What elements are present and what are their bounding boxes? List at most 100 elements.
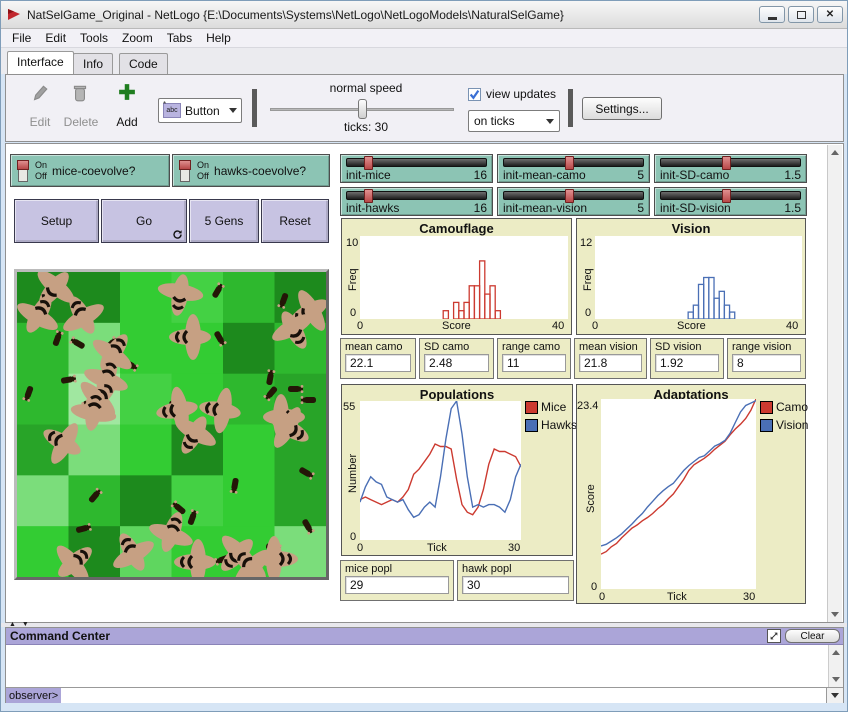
switch-on-off-labels: OnOff (35, 160, 47, 181)
scroll-down-icon[interactable] (829, 672, 843, 687)
y-tick-max: 10 (346, 237, 358, 249)
vision-legend-swatch (760, 419, 773, 432)
monitor-mean-vision: mean vision21.8 (574, 338, 647, 379)
slider-init-mean-vision[interactable]: init-mean-vision5 (497, 187, 650, 216)
slider-knob[interactable] (364, 156, 373, 170)
slider-value: 16 (474, 201, 487, 215)
scroll-down-icon[interactable] (828, 607, 842, 622)
menu-tabs[interactable]: Tabs (160, 30, 199, 46)
widget-type-value: Button (185, 104, 225, 118)
adaptations-plot: Adaptations 23.4 0 Score 0 Tick 30 Camo … (576, 384, 806, 604)
monitor-range-camo: range camo11 (497, 338, 571, 379)
toggle-handle[interactable] (178, 159, 193, 183)
interface-scrollbar[interactable] (827, 145, 842, 622)
menu-edit[interactable]: Edit (38, 30, 73, 46)
reset-button[interactable]: Reset (261, 199, 329, 243)
monitor-range-vision: range vision8 (727, 338, 806, 379)
x-tick-max: 40 (552, 320, 564, 332)
slider-value: 1.5 (784, 201, 801, 215)
slider-knob[interactable] (565, 156, 574, 170)
vision-histogram-canvas (595, 236, 802, 319)
add-plus-icon[interactable] (118, 83, 136, 101)
x-tick-max: 40 (786, 320, 798, 332)
hawks-legend-swatch (525, 419, 538, 432)
slider-knob[interactable] (364, 189, 373, 203)
slider-track[interactable] (660, 158, 801, 167)
tab-interface[interactable]: Interface (7, 51, 74, 74)
y-tick-min: 0 (350, 307, 356, 319)
y-tick-max: 55 (343, 401, 355, 413)
minimize-button[interactable] (759, 6, 785, 23)
world-view[interactable] (14, 269, 329, 580)
five-gens-button[interactable]: 5 Gens (189, 199, 259, 243)
add-tool-label[interactable]: Add (110, 115, 144, 129)
slider-track[interactable] (503, 191, 644, 200)
switch-on-off-labels: OnOff (197, 160, 209, 181)
delete-trash-icon[interactable] (72, 83, 88, 103)
observer-prompt[interactable]: observer> (6, 688, 61, 703)
clear-button[interactable]: Clear (785, 629, 840, 643)
switch-mice-coevolve[interactable]: OnOff mice-coevolve? (10, 154, 170, 187)
tab-info[interactable]: Info (73, 53, 113, 74)
edit-pencil-icon[interactable] (30, 84, 48, 104)
title-bar: NatSelGame_Original - NetLogo {E:\Docume… (1, 1, 848, 29)
toggle-handle[interactable] (16, 159, 31, 183)
slider-label: init-mice (346, 168, 391, 182)
checkmark-icon (469, 89, 480, 100)
restore-button[interactable] (788, 6, 814, 23)
mice-legend-swatch (525, 401, 538, 414)
slider-init-SD-camo[interactable]: init-SD-camo1.5 (654, 154, 807, 183)
slider-knob[interactable] (565, 189, 574, 203)
slider-track[interactable] (660, 191, 801, 200)
x-axis-label: Tick (667, 591, 687, 603)
view-updates-checkbox[interactable] (468, 88, 481, 101)
setup-button[interactable]: Setup (14, 199, 99, 243)
edit-tool-label[interactable]: Edit (20, 115, 60, 129)
menu-tools[interactable]: Tools (73, 30, 115, 46)
menu-bar: File Edit Tools Zoom Tabs Help (1, 29, 848, 48)
x-tick-min: 0 (592, 320, 598, 332)
close-button[interactable]: ✕ (817, 6, 843, 23)
slider-init-hawks[interactable]: init-hawks16 (340, 187, 493, 216)
netlogo-window: NatSelGame_Original - NetLogo {E:\Docume… (0, 0, 848, 712)
slider-init-mean-camo[interactable]: init-mean-camo5 (497, 154, 650, 183)
tick-counter: ticks: 30 (286, 120, 446, 134)
chevron-down-icon (546, 119, 554, 124)
command-output[interactable] (6, 645, 843, 688)
button-widget-icon: abc (163, 103, 181, 118)
chevron-down-icon (831, 693, 839, 698)
update-mode-dropdown[interactable]: on ticks (468, 110, 560, 132)
x-tick-max: 30 (508, 542, 520, 554)
menu-help[interactable]: Help (199, 30, 238, 46)
tab-strip: Interface Info Code (1, 48, 848, 74)
output-scrollbar[interactable] (828, 645, 843, 687)
history-dropdown-button[interactable] (826, 688, 843, 703)
go-button[interactable]: Go (101, 199, 187, 243)
menu-file[interactable]: File (5, 30, 38, 46)
command-prompt-row: observer> (6, 688, 843, 703)
slider-init-SD-vision[interactable]: init-SD-vision1.5 (654, 187, 807, 216)
slider-knob[interactable] (722, 156, 731, 170)
widget-type-dropdown[interactable]: abc Button (158, 98, 242, 123)
scroll-up-icon[interactable] (828, 145, 842, 160)
slider-label: init-mean-vision (503, 201, 587, 215)
monitor-SD-vision: SD vision1.92 (650, 338, 724, 379)
populations-plot: Populations 55 0 Number 0 Tick 30 Mice H… (341, 384, 573, 556)
tab-code[interactable]: Code (119, 53, 168, 74)
menu-zoom[interactable]: Zoom (115, 30, 160, 46)
switch-hawks-coevolve[interactable]: OnOff hawks-coevolve? (172, 154, 330, 187)
camo-legend-swatch (760, 401, 773, 414)
slider-track[interactable] (346, 158, 487, 167)
delete-tool-label[interactable]: Delete (58, 115, 104, 129)
monitor-mean-camo: mean camo22.1 (340, 338, 416, 379)
slider-init-mice[interactable]: init-mice16 (340, 154, 493, 183)
speed-slider-thumb[interactable] (358, 99, 367, 119)
slider-value: 5 (637, 168, 644, 182)
settings-button[interactable]: Settings... (582, 97, 662, 120)
scroll-up-icon[interactable] (829, 645, 843, 660)
command-input[interactable] (61, 688, 826, 703)
slider-track[interactable] (346, 191, 487, 200)
slider-track[interactable] (503, 158, 644, 167)
expand-icon[interactable] (767, 629, 781, 643)
slider-knob[interactable] (722, 189, 731, 203)
